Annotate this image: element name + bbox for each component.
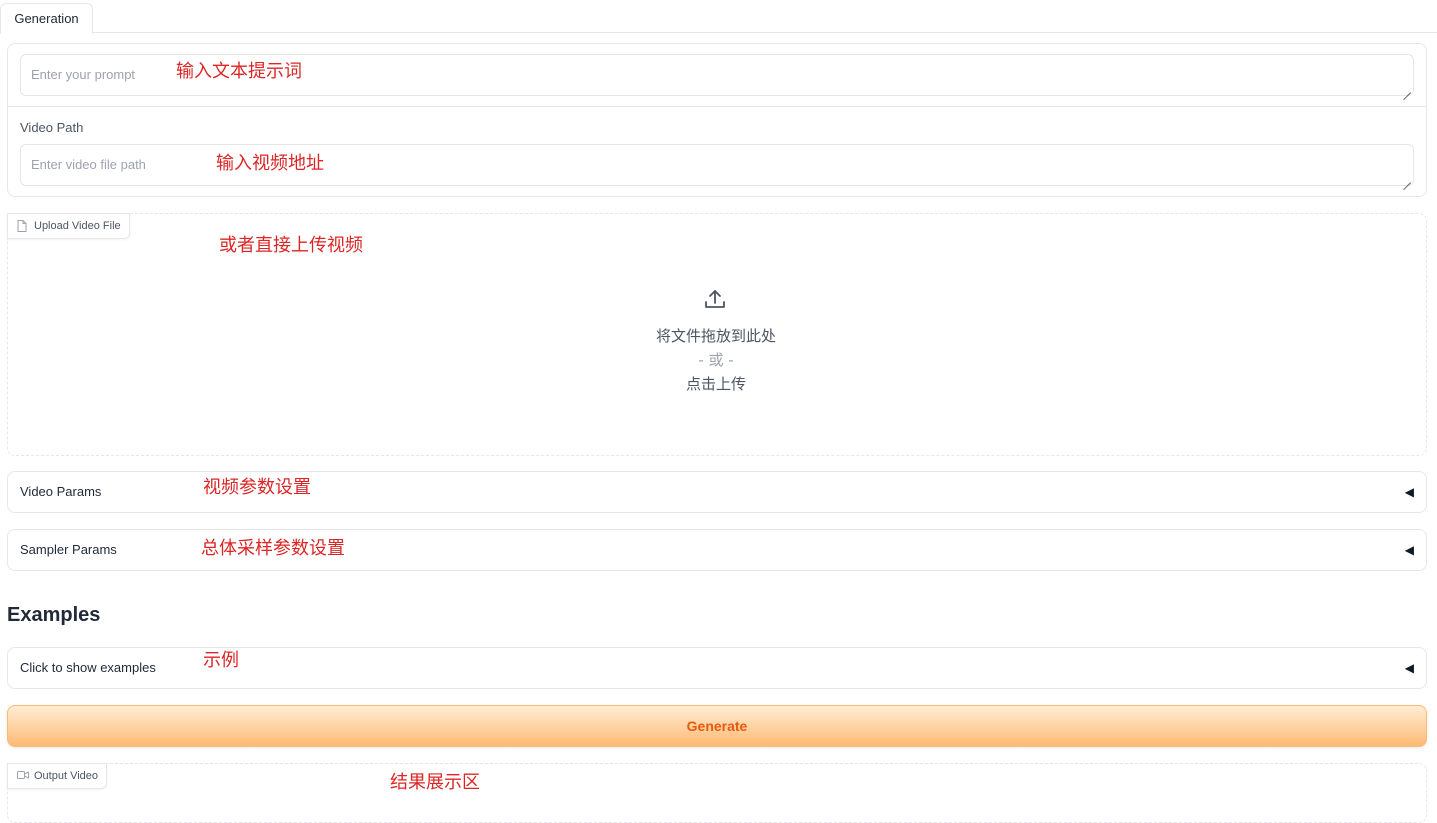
examples-heading: Examples: [7, 604, 101, 626]
output-video-chip: Output Video: [7, 763, 108, 789]
examples-label: Click to show examples: [20, 660, 156, 675]
output-video-area: [7, 763, 1427, 823]
group-divider: [8, 106, 1426, 107]
video-path-placeholder: Enter video file path: [31, 157, 146, 172]
tab-generation[interactable]: Generation: [0, 3, 93, 34]
collapse-arrow-icon[interactable]: ◀: [1405, 661, 1414, 675]
collapse-arrow-icon[interactable]: ◀: [1405, 485, 1414, 499]
sampler-params-label: Sampler Params: [20, 542, 117, 557]
tab-bar: Generation: [0, 0, 1437, 34]
sampler-params-annotation: 总体采样参数设置: [201, 538, 345, 559]
output-video-chip-label: Output Video: [34, 770, 99, 782]
video-path-label: Video Path: [20, 120, 84, 135]
video-params-annotation: 视频参数设置: [203, 477, 311, 498]
collapse-arrow-icon[interactable]: ◀: [1405, 543, 1414, 557]
video-params-label: Video Params: [20, 484, 102, 499]
upload-icon[interactable]: [704, 288, 726, 310]
video-camera-icon: [17, 771, 29, 779]
examples-annotation: 示例: [203, 650, 239, 671]
upload-video-chip-label: Upload Video File: [34, 220, 121, 232]
prompt-placeholder: Enter your prompt: [31, 67, 136, 82]
prompt-annotation: 输入文本提示词: [176, 61, 302, 82]
click-upload-text[interactable]: 点击上传: [566, 373, 866, 394]
resize-handle-icon[interactable]: [1403, 175, 1411, 183]
resize-handle-icon[interactable]: [1403, 85, 1411, 93]
video-path-annotation: 输入视频地址: [216, 153, 324, 174]
drop-or-text: - 或 -: [698, 351, 734, 369]
output-annotation: 结果展示区: [390, 772, 480, 793]
file-icon: [17, 220, 27, 232]
drop-text[interactable]: 将文件拖放到此处: [566, 325, 866, 346]
generate-button[interactable]: Generate: [7, 705, 1427, 747]
upload-annotation: 或者直接上传视频: [219, 235, 363, 256]
upload-video-chip: Upload Video File: [7, 213, 130, 239]
